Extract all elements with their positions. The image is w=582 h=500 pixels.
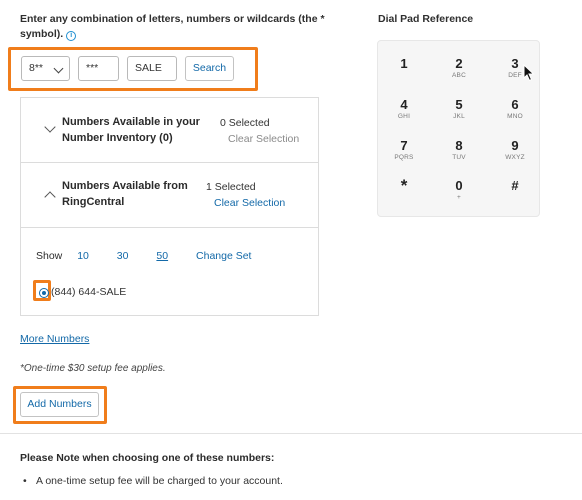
search-button[interactable]: Search (185, 56, 234, 81)
radio-dot (41, 290, 46, 295)
dial-key-number: 5 (455, 97, 463, 112)
search-instructions: Enter any combination of letters, number… (20, 12, 350, 42)
dial-key-letters: JKL (453, 113, 465, 120)
dial-key-7: 7 PQRS (384, 138, 424, 162)
ringcentral-selected-count: 1 Selected (206, 181, 256, 193)
dial-key-letters: WXYZ (505, 154, 525, 161)
last-digits-input[interactable]: SALE (127, 56, 177, 81)
dial-key-number: 1 (400, 56, 408, 71)
mouse-cursor-icon (523, 64, 535, 82)
horizontal-divider (0, 433, 582, 434)
ringcentral-title-line1: Numbers Available from (62, 180, 188, 192)
dial-key-4: 4 GHI (384, 97, 424, 121)
inventory-clear-selection: Clear Selection (228, 133, 300, 145)
dial-key-star: * (384, 176, 424, 195)
ringcentral-title-line2: RingCentral (62, 196, 125, 208)
ringcentral-clear-selection[interactable]: Clear Selection (214, 197, 285, 209)
note-bullet: A one-time setup fee will be charged to … (23, 475, 283, 487)
chevron-up-icon[interactable] (44, 191, 56, 203)
inventory-title-line2: Number Inventory (0) (62, 132, 173, 144)
dial-key-6: 6 MNO (495, 97, 535, 121)
dial-key-letters: PQRS (394, 154, 414, 161)
dial-key-letters: GHI (397, 113, 411, 120)
dial-key-2: 2 ABC (439, 56, 479, 80)
dial-key-0: 0 + (439, 178, 479, 202)
dial-key-number: 6 (511, 97, 519, 112)
dial-key-number: 4 (400, 97, 408, 112)
dial-key-letters: TUV (452, 154, 466, 161)
dial-key-number: 9 (511, 138, 519, 153)
info-icon[interactable]: i (66, 31, 77, 41)
radio-highlight (33, 280, 51, 301)
dial-key-letters: + (457, 194, 461, 201)
inventory-selected-count: 0 Selected (220, 117, 270, 129)
ringcentral-section-title: Numbers Available from RingCentral (62, 178, 188, 210)
dial-key-number: # (511, 178, 519, 193)
dial-key-5: 5 JKL (439, 97, 479, 121)
inventory-title-line1: Numbers Available in your (62, 116, 200, 128)
more-numbers-link[interactable]: More Numbers (20, 333, 89, 345)
page-size-30[interactable]: 30 (117, 250, 129, 262)
dial-key-number: * (400, 176, 408, 195)
dial-key-number: 8 (455, 138, 463, 153)
page-size-50[interactable]: 50 (156, 250, 168, 262)
page-size-10[interactable]: 10 (77, 250, 89, 262)
prefix-select[interactable]: 8** (21, 56, 70, 81)
setup-fee-note: *One-time $30 setup fee applies. (20, 363, 166, 374)
dial-key-letters: ABC (452, 72, 466, 79)
dial-key-number: 0 (455, 178, 463, 193)
show-label: Show (36, 250, 63, 262)
inventory-section-title: Numbers Available in your Number Invento… (62, 114, 200, 146)
number-option-label[interactable]: (844) 644-SALE (51, 286, 126, 298)
dial-key-letters: MNO (507, 113, 523, 120)
chevron-down-icon[interactable] (44, 121, 56, 133)
dial-key-number: 7 (400, 138, 408, 153)
dial-pad: 1 2 ABC 3 DEF 4 GHI 5 JKL 6 MNO 7 PQRS 8 TUV 9W… (377, 40, 540, 217)
middle-digits-input[interactable]: *** (78, 56, 119, 81)
prefix-select-value: 8** (29, 62, 44, 74)
page-size-row: Show 10 30 50 Change Set (36, 250, 251, 262)
dial-key-9: 9 WXYZ (495, 138, 535, 162)
number-selection-panel: Numbers Available in your Number Invento… (20, 97, 319, 316)
dial-key-1: 1 (384, 56, 424, 71)
section-divider (21, 162, 318, 163)
dial-pad-title: Dial Pad Reference (378, 13, 474, 25)
dial-key-8: 8 TUV (439, 138, 479, 162)
change-set-link[interactable]: Change Set (196, 250, 251, 262)
note-title: Please Note when choosing one of these n… (20, 452, 275, 464)
chevron-down-icon (53, 63, 64, 74)
number-radio[interactable] (39, 288, 49, 298)
section-divider (21, 227, 318, 228)
add-numbers-button[interactable]: Add Numbers (20, 392, 99, 417)
dial-key-number: 2 (455, 56, 463, 71)
dial-key-hash: # (495, 178, 535, 193)
